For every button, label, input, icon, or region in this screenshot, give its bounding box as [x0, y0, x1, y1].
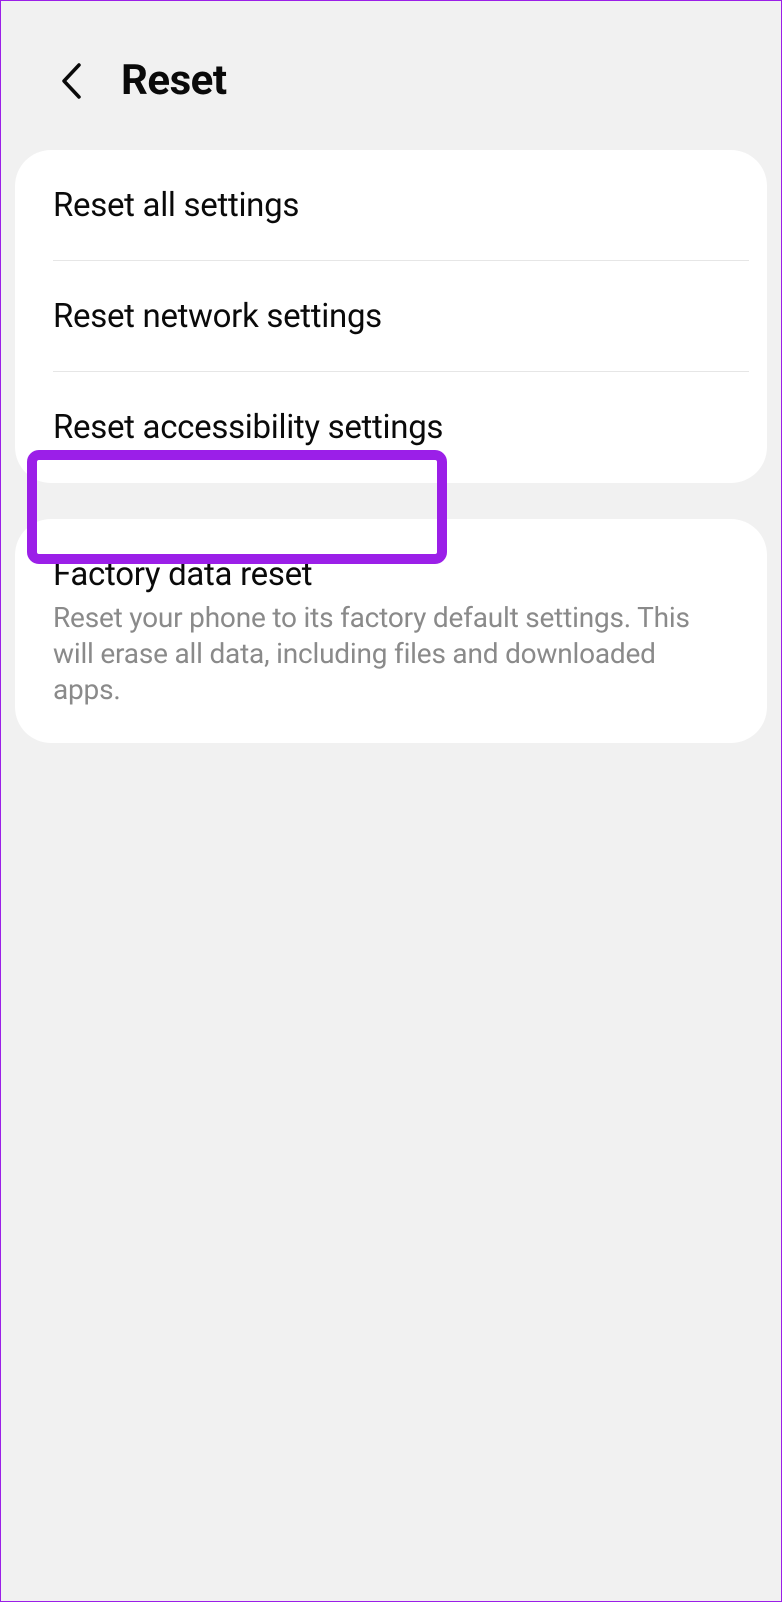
chevron-left-icon — [60, 62, 82, 100]
content-area: Reset all settings Reset network setting… — [1, 150, 781, 743]
page-title: Reset — [121, 56, 227, 105]
list-item-label: Reset all settings — [53, 186, 729, 225]
list-item-label: Reset accessibility settings — [53, 408, 729, 447]
reset-accessibility-settings-item[interactable]: Reset accessibility settings — [15, 372, 767, 483]
factory-data-reset-item[interactable]: Factory data reset Reset your phone to i… — [15, 519, 767, 743]
list-item-label: Reset network settings — [53, 297, 729, 336]
back-button[interactable] — [51, 61, 91, 101]
factory-reset-card: Factory data reset Reset your phone to i… — [15, 519, 767, 743]
reset-options-card: Reset all settings Reset network setting… — [15, 150, 767, 483]
header: Reset — [1, 1, 781, 150]
reset-network-settings-item[interactable]: Reset network settings — [15, 261, 767, 372]
list-item-label: Factory data reset — [53, 555, 729, 594]
reset-all-settings-item[interactable]: Reset all settings — [15, 150, 767, 261]
list-item-description: Reset your phone to its factory default … — [53, 600, 729, 707]
